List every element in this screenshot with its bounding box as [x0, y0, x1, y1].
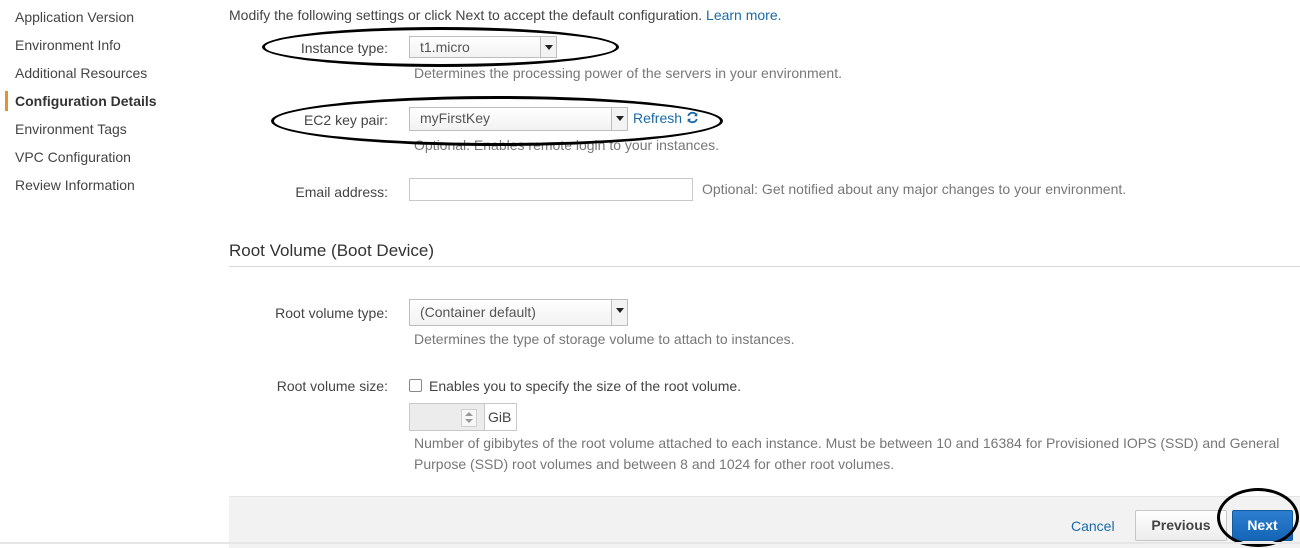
key-pair-label: EC2 key pair: — [303, 112, 388, 128]
sidebar-item-configuration-details[interactable]: Configuration Details — [15, 93, 157, 109]
key-pair-hint: Optional: Enables remote login to your i… — [414, 137, 720, 153]
root-volume-type-value: (Container default) — [420, 304, 536, 320]
sidebar-item-review-information[interactable]: Review Information — [15, 177, 135, 193]
root-volume-type-label: Root volume type: — [275, 305, 388, 321]
root-volume-type-select[interactable]: (Container default) — [409, 299, 628, 326]
root-volume-size-label: Root volume size: — [276, 378, 388, 394]
stepper-down-icon[interactable] — [465, 419, 473, 423]
page-bottom-border — [0, 542, 1300, 544]
email-field[interactable] — [409, 178, 693, 201]
refresh-label: Refresh — [633, 110, 683, 126]
root-volume-size-checkbox-label: Enables you to specify the size of the r… — [429, 378, 742, 394]
learn-more-link[interactable]: Learn more. — [706, 7, 781, 23]
intro-text: Modify the following settings or click N… — [229, 7, 782, 23]
active-step-marker — [5, 91, 8, 111]
cancel-button[interactable]: Cancel — [1071, 518, 1115, 534]
section-title-root-volume: Root Volume (Boot Device) — [229, 241, 435, 260]
refresh-link[interactable]: Refresh — [633, 110, 699, 126]
root-volume-size-hint: Number of gibibytes of the root volume a… — [414, 435, 1280, 472]
dropdown-arrow-icon[interactable] — [540, 37, 556, 57]
instance-type-value: t1.micro — [420, 39, 470, 55]
root-volume-size-unit: GiB — [488, 409, 512, 425]
sidebar-item-additional-resources[interactable]: Additional Resources — [15, 65, 147, 81]
instance-type-hint: Determines the processing power of the s… — [414, 65, 842, 81]
root-volume-size-stepper[interactable]: GiB — [409, 403, 517, 431]
wizard-sidebar: Application Version Environment Info Add… — [0, 0, 210, 547]
key-pair-select[interactable]: myFirstKey — [409, 107, 628, 131]
root-volume-size-checkbox[interactable] — [409, 379, 422, 392]
key-pair-value: myFirstKey — [420, 110, 490, 126]
stepper-spin-icon[interactable] — [461, 409, 477, 427]
next-button[interactable]: Next — [1232, 510, 1293, 541]
sidebar-item-application-version[interactable]: Application Version — [15, 9, 134, 25]
root-volume-type-hint: Determines the type of storage volume to… — [414, 331, 795, 347]
dropdown-arrow-icon[interactable] — [611, 300, 627, 325]
sidebar-item-vpc-configuration[interactable]: VPC Configuration — [15, 149, 131, 165]
refresh-icon — [687, 111, 698, 124]
previous-button[interactable]: Previous — [1135, 510, 1227, 541]
instance-type-label: Instance type: — [300, 40, 388, 56]
email-hint: Optional: Get notified about any major c… — [702, 181, 1127, 197]
stepper-up-icon[interactable] — [465, 412, 473, 416]
section-divider — [229, 266, 1300, 267]
sidebar-item-environment-info[interactable]: Environment Info — [15, 37, 121, 53]
email-label: Email address: — [295, 184, 388, 200]
dropdown-arrow-icon[interactable] — [611, 108, 627, 130]
instance-type-select[interactable]: t1.micro — [409, 36, 557, 58]
intro-message: Modify the following settings or click N… — [229, 7, 703, 23]
sidebar-item-environment-tags[interactable]: Environment Tags — [15, 121, 127, 137]
